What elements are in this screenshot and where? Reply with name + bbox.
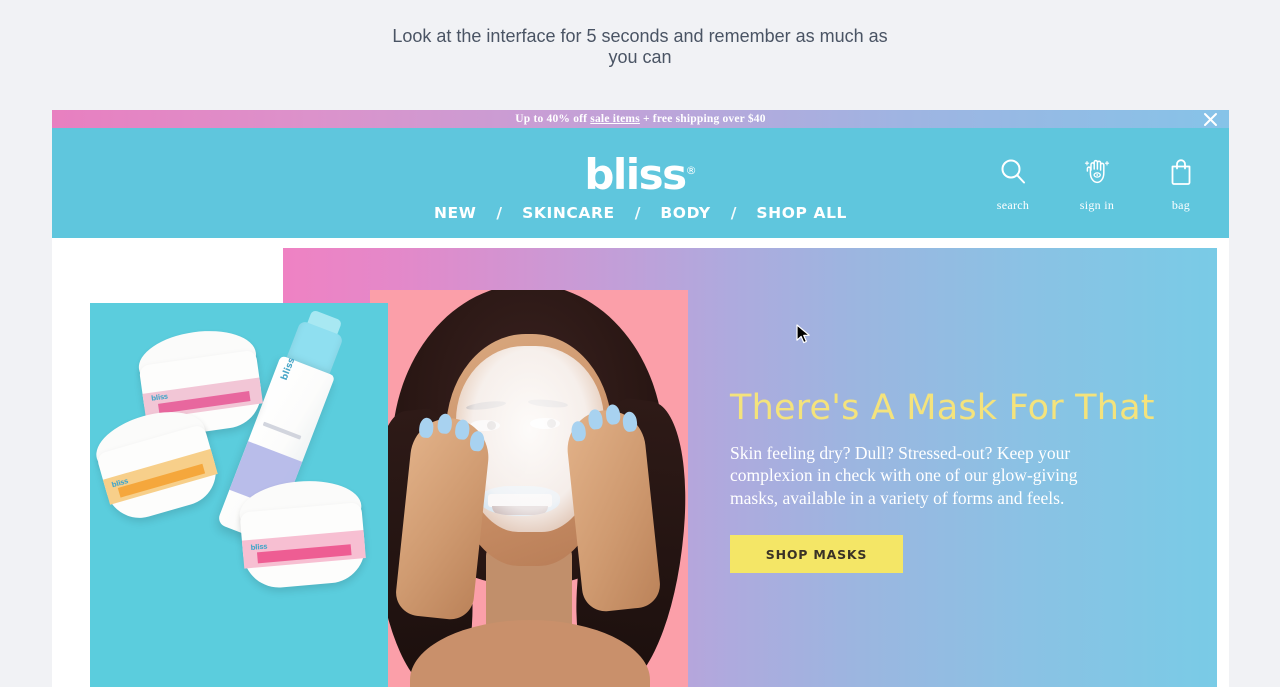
model-nail: [570, 420, 587, 442]
shop-masks-button-label: SHOP MASKS: [765, 546, 868, 562]
nav-separator-3: /: [730, 204, 737, 222]
nav-item-body[interactable]: BODY: [658, 204, 712, 222]
model-nail: [469, 430, 486, 452]
model-nail: [418, 417, 435, 439]
task-instruction-line-1: Look at the interface for 5 seconds and …: [392, 26, 888, 46]
search-button[interactable]: search: [983, 154, 1043, 213]
product-jar-pink-bottom: bliss: [237, 476, 377, 603]
sign-in-label: sign in: [1079, 198, 1115, 212]
model-nail: [587, 408, 604, 431]
sign-in-button[interactable]: sign in: [1067, 154, 1127, 213]
model-nail: [436, 413, 453, 435]
model-photo: [370, 290, 688, 687]
search-label: search: [996, 198, 1030, 212]
bag-button[interactable]: bag: [1151, 154, 1211, 213]
promo-sale-items-link[interactable]: sale items: [590, 113, 640, 125]
promo-banner-text: Up to 40% off sale items + free shipping…: [515, 113, 765, 125]
nav-separator-1: /: [496, 204, 503, 222]
bliss-logo[interactable]: bliss®: [584, 150, 696, 196]
browser-page: Up to 40% off sale items + free shipping…: [52, 110, 1229, 687]
hero-section: bliss bliss bliss bliss There's A Mask F…: [52, 238, 1229, 687]
nav-separator-2: /: [634, 204, 641, 222]
shopping-bag-icon: [1166, 154, 1196, 190]
hamsa-hand-icon: [1081, 154, 1113, 190]
search-magnifier-icon: [998, 154, 1028, 190]
nav-item-new[interactable]: NEW: [432, 204, 478, 222]
task-instruction-line-2: you can: [608, 47, 672, 67]
promo-text-after: + free shipping over $40: [639, 113, 766, 125]
close-icon[interactable]: [1201, 110, 1219, 128]
task-instruction: Look at the interface for 5 seconds and …: [0, 0, 1280, 82]
product-brand-label: bliss: [250, 542, 268, 552]
logo-text: bliss: [584, 150, 687, 199]
nav-item-shop-all[interactable]: SHOP ALL: [754, 204, 849, 222]
promo-banner: Up to 40% off sale items + free shipping…: [52, 110, 1229, 128]
bag-label: bag: [1171, 198, 1191, 212]
model-nail: [454, 418, 471, 441]
hero-copy: There's A Mask For That Skin feeling dry…: [730, 388, 1155, 574]
header-utilities: search sign in bag: [983, 154, 1211, 213]
nav-item-skincare[interactable]: SKINCARE: [520, 204, 617, 222]
hero-description: Skin feeling dry? Dull? Stressed-out? Ke…: [730, 443, 1078, 508]
registered-mark: ®: [685, 164, 697, 177]
promo-text-before: Up to 40% off: [515, 113, 591, 125]
shop-masks-button[interactable]: SHOP MASKS: [730, 535, 903, 574]
hero-title: There's A Mask For That: [730, 388, 1155, 428]
product-photo-panel: bliss bliss bliss bliss: [90, 303, 388, 687]
site-header: bliss® NEW / SKINCARE / BODY / SHOP ALL …: [52, 128, 1229, 238]
